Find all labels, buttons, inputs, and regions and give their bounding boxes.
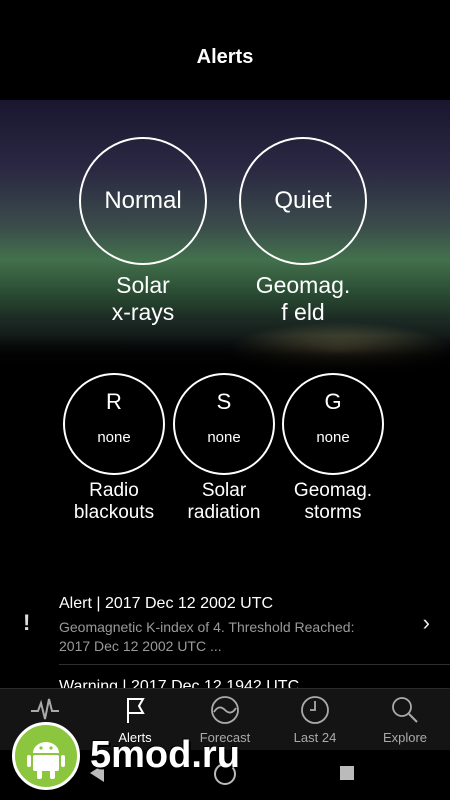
solar-xrays-status-circle[interactable]: Normal bbox=[79, 137, 207, 265]
scale-letter: R bbox=[106, 389, 122, 414]
recent-apps-icon[interactable] bbox=[340, 766, 354, 780]
alert-title: Alert | 2017 Dec 12 2002 UTC bbox=[59, 595, 274, 612]
scale-value: none bbox=[97, 429, 131, 446]
geomag-field-label: Geomag. f eld bbox=[255, 272, 351, 325]
chevron-right-icon: › bbox=[422, 610, 430, 635]
geomag-field-status: Quiet bbox=[274, 187, 332, 214]
watermark-text: 5mod.ru bbox=[90, 734, 240, 776]
alert-list-item[interactable]: ! Alert | 2017 Dec 12 2002 UTC Geomagnet… bbox=[0, 588, 450, 663]
solar-xrays-label: Solar x-rays bbox=[111, 272, 175, 325]
tab-last-24[interactable]: Last 24 bbox=[270, 689, 360, 751]
scale-value: none bbox=[207, 429, 241, 446]
page-title: Alerts bbox=[196, 46, 254, 68]
pulse-icon bbox=[31, 698, 59, 720]
divider bbox=[59, 664, 450, 665]
watermark: 5mod.ru bbox=[12, 722, 262, 794]
geomag-storms-circle[interactable]: G none bbox=[282, 373, 384, 475]
android-logo-icon bbox=[12, 722, 80, 790]
radio-blackouts-circle[interactable]: R none bbox=[63, 373, 165, 475]
alert-summary: Geomagnetic K-index of 4. Threshold Reac… bbox=[59, 619, 355, 654]
app-header: Alerts bbox=[0, 0, 450, 100]
aurora-hero: Normal Solar x-rays Quiet Geomag. f eld bbox=[0, 100, 450, 375]
wave-icon bbox=[211, 696, 239, 724]
flag-icon bbox=[127, 698, 145, 723]
exclamation-icon: ! bbox=[23, 610, 31, 635]
clock-icon bbox=[301, 696, 329, 724]
scale-value: none bbox=[316, 429, 350, 446]
geomag-storms-label: Geomag. storms bbox=[293, 480, 373, 523]
solar-radiation-circle[interactable]: S none bbox=[173, 373, 275, 475]
geomag-field-status-circle[interactable]: Quiet bbox=[239, 137, 367, 265]
solar-xrays-status: Normal bbox=[104, 187, 182, 214]
scale-letter: S bbox=[216, 389, 232, 414]
search-icon bbox=[392, 697, 418, 723]
tab-explore[interactable]: Explore bbox=[360, 689, 450, 751]
scale-letter: G bbox=[324, 389, 342, 414]
